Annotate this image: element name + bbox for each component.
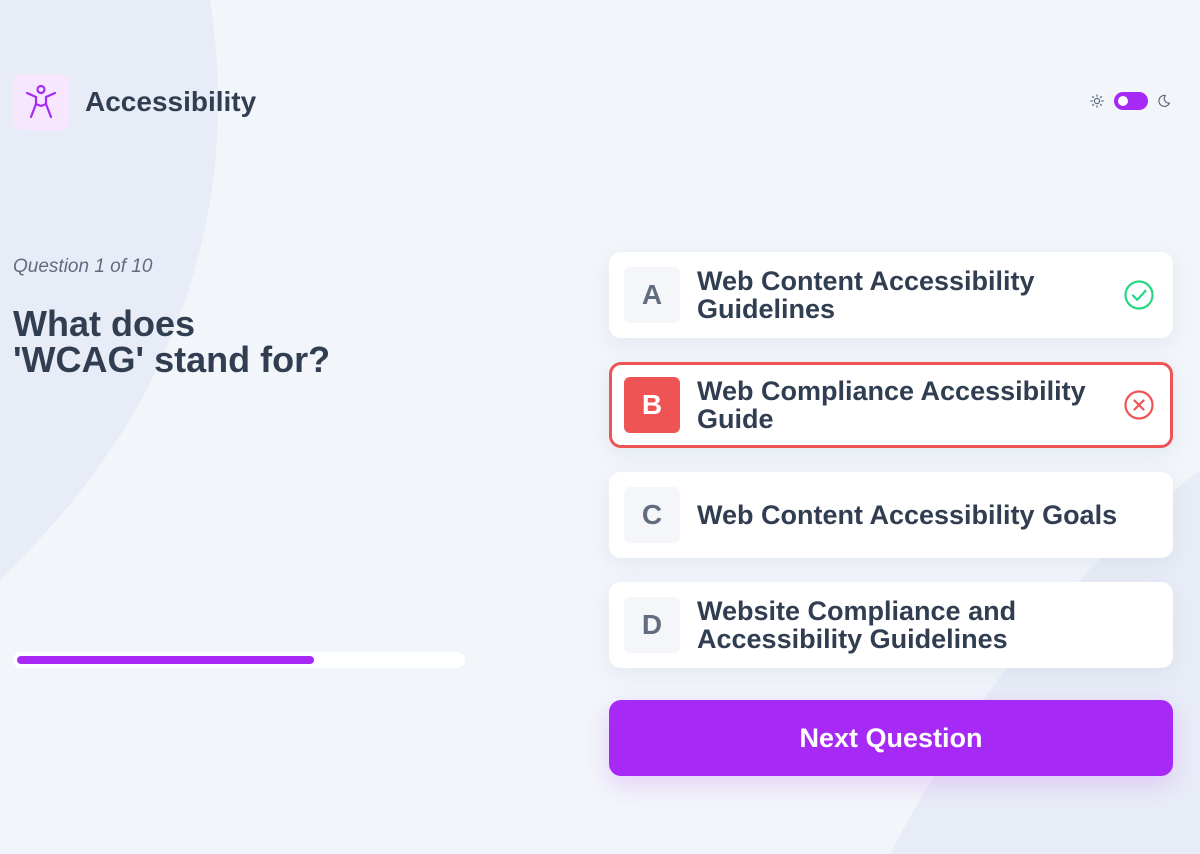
question-line-1: What does xyxy=(13,303,196,344)
option-text: Web Content Accessibility Guidelines xyxy=(697,266,1035,324)
option-letter: C xyxy=(624,487,680,543)
theme-switch-knob xyxy=(1118,96,1128,106)
app-header: Accessibility xyxy=(13,74,256,130)
option-a[interactable]: A Web Content Accessibility Guidelines xyxy=(609,252,1173,338)
subject-title: Accessibility xyxy=(85,86,257,117)
option-letter: D xyxy=(624,597,680,653)
x-circle-icon xyxy=(1123,389,1155,421)
check-circle-icon xyxy=(1123,279,1155,311)
option-d[interactable]: D Website Compliance and Accessibility G… xyxy=(609,582,1173,668)
option-text: Web Content Accessibility Goals xyxy=(697,500,1118,530)
progress-fill xyxy=(17,656,314,664)
theme-switch[interactable] xyxy=(1114,92,1148,110)
question-text: What does 'WCAG' stand for? xyxy=(13,306,453,378)
accessibility-person-icon xyxy=(13,74,69,130)
moon-icon xyxy=(1156,93,1172,109)
sun-icon xyxy=(1089,93,1105,109)
question-line-2: 'WCAG' stand for? xyxy=(13,339,331,380)
option-letter: A xyxy=(624,267,680,323)
option-b[interactable]: B Web Compliance Accessibility Guide xyxy=(609,362,1173,448)
theme-toggle[interactable] xyxy=(1089,92,1172,110)
option-text: Web Compliance Accessibility Guide xyxy=(697,376,1086,434)
option-c[interactable]: C Web Content Accessibility Goals xyxy=(609,472,1173,558)
option-text: Website Compliance and Accessibility Gui… xyxy=(697,596,1017,654)
option-letter: B xyxy=(624,377,680,433)
progress-bar xyxy=(13,652,465,668)
question-counter: Question 1 of 10 xyxy=(13,256,153,277)
next-question-button[interactable]: Next Question xyxy=(609,700,1173,776)
